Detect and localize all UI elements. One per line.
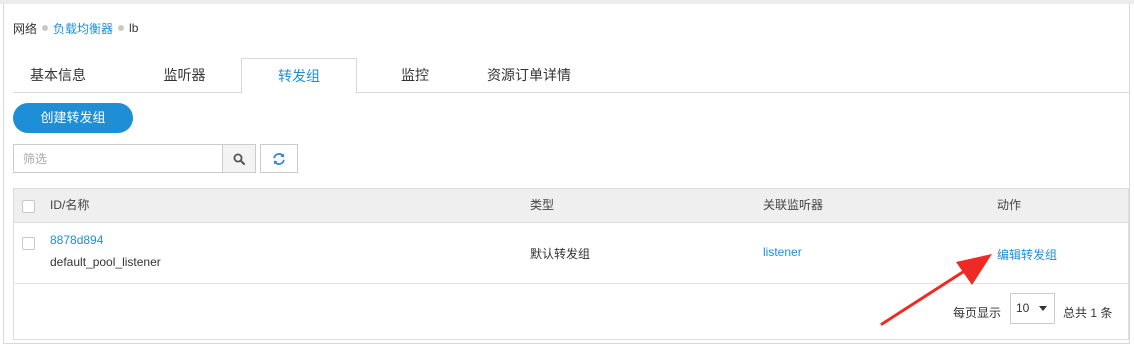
tab-bar: 基本信息 监听器 转发组 监控 资源订单详情 (13, 58, 1129, 94)
breadcrumb-network[interactable]: 网络 (13, 20, 37, 37)
per-page-label: 每页显示 (953, 306, 1002, 320)
filter-input[interactable] (13, 144, 222, 173)
search-icon (233, 153, 245, 165)
column-header-id-name: ID/名称 (50, 198, 90, 212)
column-header-action: 动作 (997, 198, 1022, 212)
breadcrumb-load-balancer[interactable]: 负载均衡器 (53, 20, 113, 37)
filter-group (13, 144, 256, 173)
breadcrumb-separator (118, 25, 125, 31)
row-name: default_pool_listener (50, 255, 161, 269)
table-header: ID/名称 类型 关联监听器 动作 (14, 189, 1128, 223)
search-button[interactable] (222, 144, 256, 173)
tab-listeners[interactable]: 监听器 (126, 58, 243, 93)
row-checkbox[interactable] (22, 237, 35, 250)
refresh-icon (273, 152, 285, 165)
pagination: 每页显示 10 总共 1 条 (14, 284, 1128, 339)
table-row: 8878d894 default_pool_listener 默认转发组 lis… (14, 223, 1128, 284)
tab-forwarding-groups[interactable]: 转发组 (241, 58, 357, 94)
refresh-button[interactable] (260, 144, 298, 173)
row-id-link[interactable]: 8878d894 (50, 233, 103, 247)
per-page-select[interactable]: 10 (1010, 293, 1055, 324)
row-type: 默认转发组 (530, 247, 591, 261)
per-page-value: 10 (1016, 301, 1030, 315)
edit-forwarding-group-link[interactable]: 编辑转发组 (997, 246, 1057, 263)
create-forwarding-group-button[interactable]: 创建转发组 (13, 103, 133, 133)
tab-order-details[interactable]: 资源订单详情 (471, 58, 587, 93)
forwarding-group-table: ID/名称 类型 关联监听器 动作 8878d894 default_pool_… (13, 188, 1129, 340)
breadcrumb-separator (42, 25, 49, 31)
breadcrumb: 网络 负载均衡器 lb (13, 19, 138, 37)
breadcrumb-current: lb (129, 21, 139, 35)
tab-monitoring[interactable]: 监控 (357, 58, 473, 93)
row-listener-link[interactable]: listener (763, 245, 802, 259)
total-count: 总共 1 条 (1063, 306, 1113, 320)
select-all-checkbox[interactable] (22, 200, 35, 213)
chevron-down-icon (1039, 306, 1047, 311)
column-header-listener: 关联监听器 (763, 198, 824, 212)
tab-basic-info[interactable]: 基本信息 (13, 58, 103, 93)
column-header-type: 类型 (530, 198, 555, 212)
